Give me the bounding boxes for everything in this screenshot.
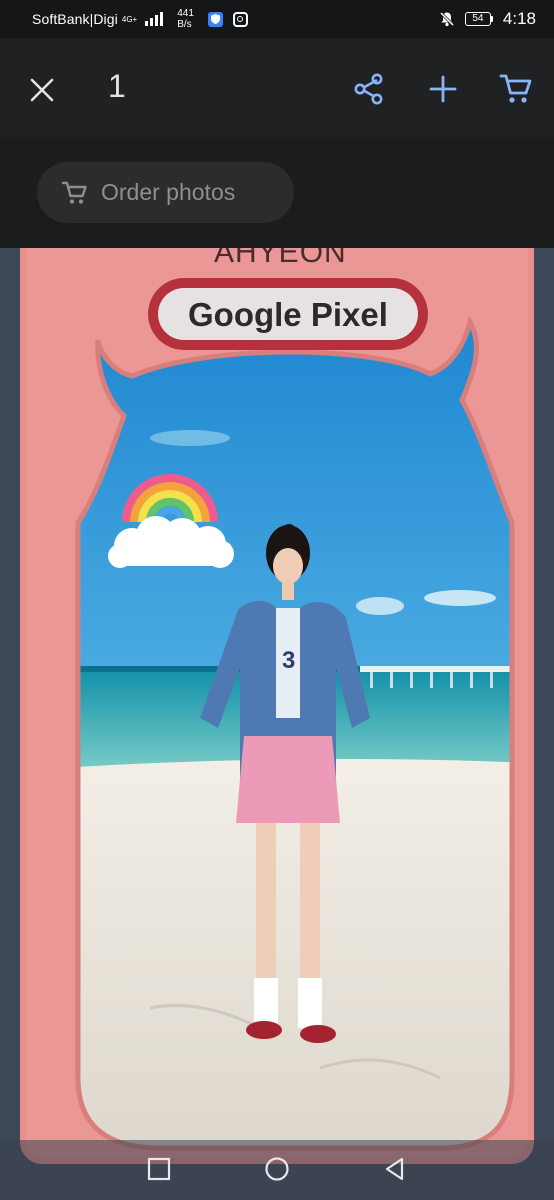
- instagram-icon: [232, 11, 248, 27]
- selection-count: 1: [108, 68, 126, 104]
- photo-sign-text: Google Pixel: [188, 296, 388, 333]
- cart-icon: [61, 181, 87, 204]
- order-photos-label: Order photos: [101, 179, 236, 205]
- photo-viewer-screen: SoftBank|Digi 4G+ 441 B/s 54 4:18 1 Orde…: [0, 0, 554, 1200]
- network-type: 4G+: [121, 15, 138, 24]
- photo-content[interactable]: 3 AHYEON Google Pixel: [0, 248, 554, 1200]
- share-icon[interactable]: [352, 72, 386, 106]
- battery-level: 54: [464, 12, 491, 26]
- back-button[interactable]: [382, 1156, 408, 1182]
- speed-unit: B/s: [177, 19, 192, 30]
- carrier-label: SoftBank|Digi: [32, 11, 118, 27]
- navigation-bar: [0, 1140, 554, 1200]
- status-bar: SoftBank|Digi 4G+ 441 B/s 54 4:18: [0, 0, 554, 38]
- close-button[interactable]: [26, 74, 58, 106]
- svg-text:3: 3: [282, 647, 295, 674]
- shield-icon: [207, 11, 223, 27]
- add-icon[interactable]: [426, 72, 460, 106]
- cart-icon[interactable]: [498, 71, 534, 107]
- order-bar: Order photos: [0, 137, 554, 248]
- recents-button[interactable]: [146, 1156, 172, 1182]
- top-toolbar: 1: [0, 38, 554, 137]
- order-photos-button[interactable]: Order photos: [37, 162, 294, 223]
- status-right: 54 4:18: [439, 9, 536, 29]
- clock: 4:18: [502, 9, 536, 28]
- battery-icon: 54: [464, 12, 493, 26]
- photo-name-text: AHYEON: [214, 248, 347, 269]
- home-button[interactable]: [264, 1156, 290, 1182]
- status-left: SoftBank|Digi 4G+ 441 B/s: [32, 8, 248, 30]
- notifications-muted-icon: [439, 11, 454, 27]
- signal-icon: [145, 12, 164, 26]
- network-speed: 441 B/s: [177, 8, 194, 30]
- photo-image: 3: [0, 248, 554, 1200]
- speed-value: 441: [177, 8, 194, 19]
- close-icon: [30, 78, 54, 102]
